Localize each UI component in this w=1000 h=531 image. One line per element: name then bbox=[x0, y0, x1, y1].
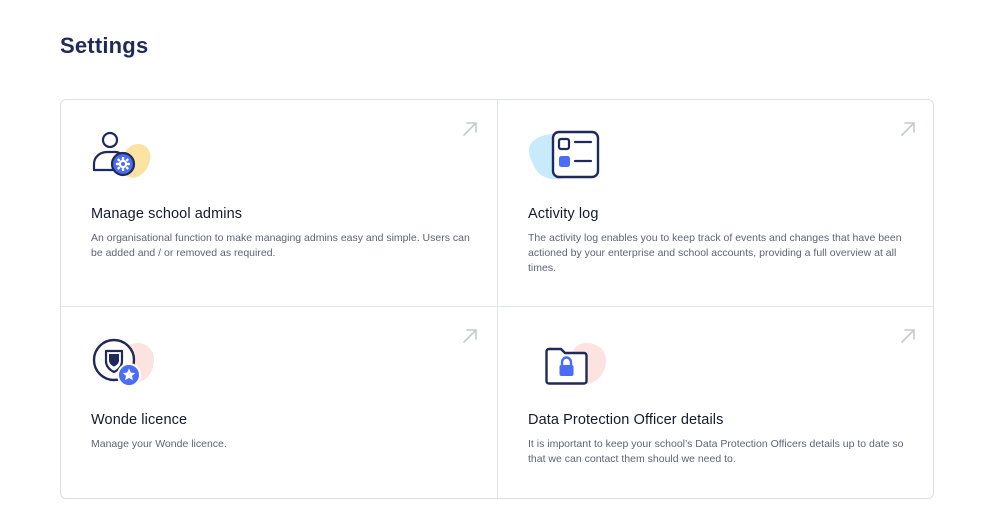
card-title: Data Protection Officer details bbox=[528, 412, 724, 428]
card-description: The activity log enables you to keep tra… bbox=[528, 232, 902, 274]
card-title: Activity log bbox=[528, 206, 599, 222]
card-title: Wonde licence bbox=[91, 412, 188, 428]
page-title: Settings bbox=[60, 33, 149, 58]
card-description: Manage your Wonde licence. bbox=[91, 438, 227, 450]
wonde-licence-card[interactable]: Wonde licence Manage your Wonde licence. bbox=[61, 307, 498, 498]
arrow-up-right-icon bbox=[463, 122, 477, 136]
manage-school-admins-card[interactable]: Manage school admins An organisational f… bbox=[61, 100, 498, 307]
shield-star-icon bbox=[91, 337, 161, 389]
activity-log-card[interactable]: Activity log The activity log enables yo… bbox=[498, 100, 933, 307]
locked-folder-icon bbox=[528, 337, 607, 389]
arrow-up-right-icon bbox=[463, 329, 477, 343]
card-title: Manage school admins bbox=[91, 206, 243, 222]
arrow-up-right-icon bbox=[901, 122, 915, 136]
activity-list-icon bbox=[528, 130, 600, 182]
card-description: An organisational function to make manag… bbox=[91, 232, 470, 259]
card-description: It is important to keep your school’s Da… bbox=[528, 438, 904, 465]
settings-grid: Manage school admins An organisational f… bbox=[60, 99, 934, 499]
settings-page: Settings Manage school admins An organis… bbox=[0, 0, 1000, 531]
arrow-up-right-icon bbox=[901, 329, 915, 343]
data-protection-officer-card[interactable]: Data Protection Officer details It is im… bbox=[498, 307, 933, 498]
user-gear-icon bbox=[91, 130, 161, 182]
